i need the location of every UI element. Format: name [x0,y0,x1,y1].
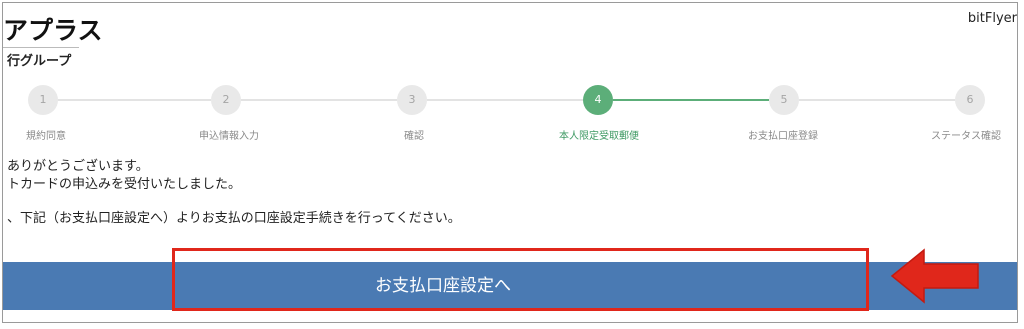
instruction-message: 、下記（お支払口座設定へ）よりお支払の口座設定手続きを行ってください。 [7,211,461,226]
application-received-message: トカードの申込みを受付いたしました。 [7,177,242,192]
step-1-label: 規約同意 [26,131,66,142]
stepper-track [241,99,397,101]
step-3-label: 確認 [404,131,424,142]
step-3-circle: 3 [397,85,427,115]
step-4-circle: 4 [583,85,613,115]
step-2-label: 申込情報入力 [199,131,259,142]
partner-name: bitFlyer [967,11,1017,26]
stepper-track-done [613,99,769,101]
step-2-circle: 2 [211,85,241,115]
step-5-label: お支払口座登録 [748,131,818,142]
step-4-label: 本人限定受取郵便 [559,131,639,142]
step-1-circle: 1 [28,85,58,115]
step-5-circle: 5 [769,85,799,115]
step-6-label: ステータス確認 [931,131,1001,142]
brand-logo: アプラス [3,16,103,45]
stepper-track [799,99,955,101]
annotation-highlight-box [172,248,869,311]
stepper-track [43,99,211,101]
brand-divider [3,47,79,48]
annotation-arrow-icon [890,248,979,304]
brand-subtitle: 行グループ [7,54,72,69]
progress-stepper: 1 2 3 4 5 6 規約同意 申込情報入力 確認 本人限定受取郵便 お支払口… [3,85,1017,145]
thanks-message: ありがとうございます。 [7,159,149,174]
stepper-track [427,99,583,101]
step-6-circle: 6 [955,85,985,115]
